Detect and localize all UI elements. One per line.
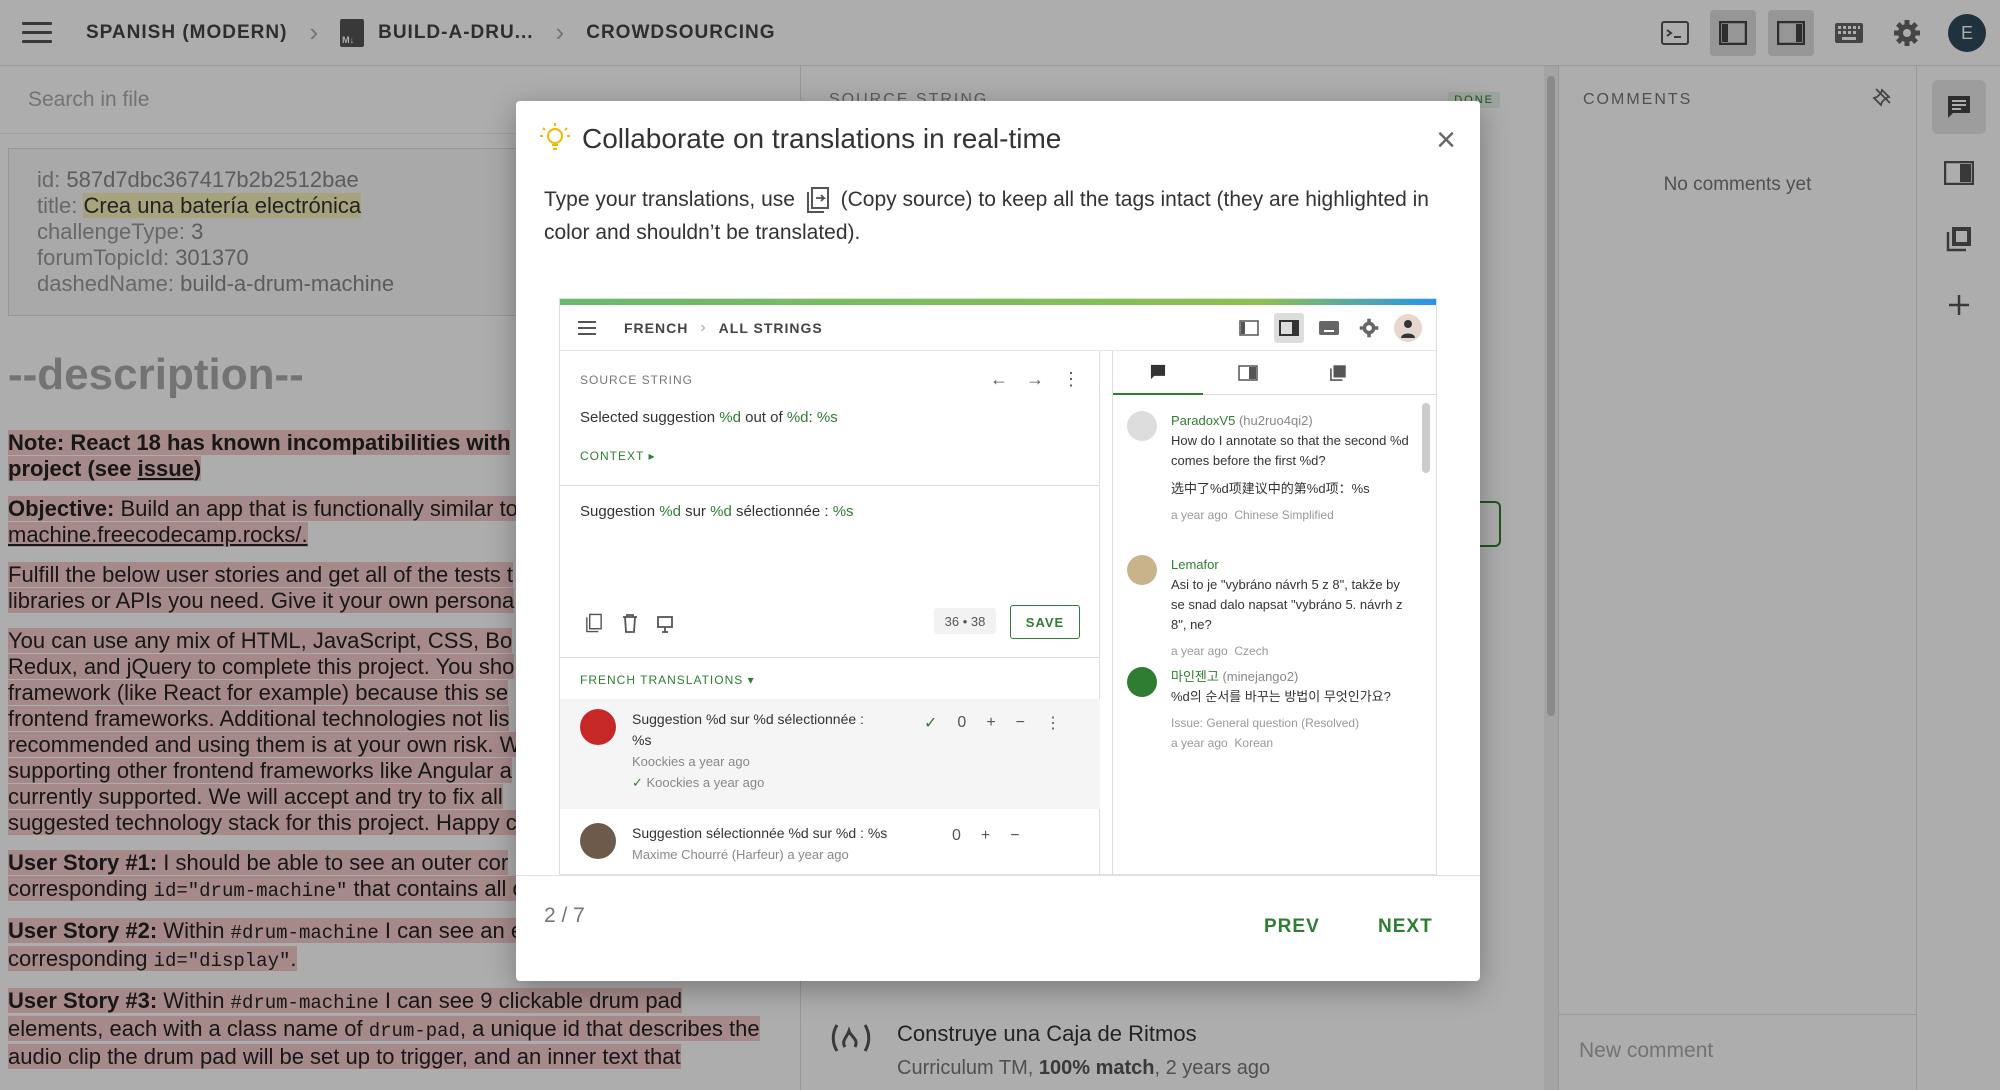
comment-language: Czech [1234,644,1269,658]
character-count: 36 • 38 [934,608,996,634]
comments-tab-icon [1113,351,1203,395]
placeholder-tag: %d [786,409,809,426]
crumb: ALL STRINGS [718,319,823,336]
time: a year ago [783,847,849,862]
text: sur [680,503,711,520]
commenter-name: ParadoxV5 [1171,413,1236,428]
onboarding-dialog: Collaborate on translations in real-time… [516,101,1480,981]
suggestion-row: Suggestion sélectionnée %d sur %d : %s M… [560,811,1100,874]
text: out of [740,409,787,426]
trash-icon [623,614,637,633]
glossary-tab-icon [1203,351,1293,395]
avatar [1394,313,1422,342]
gear-icon [1354,313,1384,343]
comment-language: Korean [1234,736,1274,750]
author: Maxime Chourré (Harfeur) [632,847,784,862]
vote-count: 0 [952,827,961,844]
keyboard-icon [1314,313,1344,343]
source-string-label: SOURCE STRING [580,372,694,387]
copy-source-icon [806,187,829,214]
scrollbar [1422,403,1430,473]
time: a year ago [699,775,765,790]
translation-text: Suggestion %d sur %d sélectionnée : %s [580,503,854,520]
placeholder-tag: %d [659,503,681,520]
comment-language: Chinese Simplified [1234,508,1334,522]
text: Suggestion [580,503,660,520]
approver: Koockies [646,775,700,790]
suggestion-text: Suggestion %d sur %d sélectionnée : [632,711,864,727]
comment-text: How do I annotate so that the second %d … [1171,433,1409,468]
save-button: SAVE [1010,605,1080,639]
dialog-title: Collaborate on translations in real-time [582,123,1062,154]
minus-icon: − [1015,714,1025,731]
placeholder-tag: %s [832,503,854,520]
rtl-text-icon [657,616,673,633]
avatar [1127,555,1157,585]
dialog-footer: 2 / 7 PREV NEXT [516,875,1480,981]
placeholder-tag: %d [710,503,732,520]
suggestion-text: %s [632,732,652,748]
editor-screenshot-illustration: FRENCH › ALL STRINGS SOURCE STRING ← → ⋮ [559,298,1437,875]
close-icon[interactable]: × [1436,123,1456,157]
dialog-body: Type your translations, use (Copy source… [544,183,1454,249]
commenter-handle: (minejango2) [1218,669,1299,684]
suggestion-text: Suggestion sélectionnée %d sur %d : %s [632,825,888,841]
placeholder-tag: %d [719,409,741,426]
author: Koockies [632,754,685,769]
more-icon: ⋮ [1045,715,1061,732]
avatar [580,823,616,859]
right-panel-icon [1274,312,1304,343]
history-tab-icon [1293,351,1383,395]
time: a year ago [684,754,750,769]
suggestion-row: Suggestion %d sur %d sélectionnée : %s K… [560,699,1100,809]
text: sélectionnée : [731,503,833,520]
prev-button[interactable]: PREV [1264,916,1320,938]
comment-time: a year ago [1171,644,1228,658]
text: Selected suggestion [580,409,720,426]
plus-icon: + [980,827,991,844]
check-icon: ✓ [924,715,938,732]
lightbulb-icon [540,123,570,150]
comment-time: a year ago [1171,508,1228,522]
more-icon: ⋮ [1062,369,1080,389]
comment-time: a year ago [1171,736,1228,750]
avatar [580,709,616,745]
comment-text: Asi to je "vybráno návrh 5 z 8", takže b… [1171,577,1403,632]
arrow-left-icon: ← [990,369,1008,389]
avatar [1127,667,1157,697]
vote-count: 0 [957,714,967,731]
avatar [1127,411,1157,441]
translations-header: FRENCH TRANSLATIONS ▾ [580,673,755,687]
plus-icon: + [986,714,996,731]
text: : [808,409,817,426]
comment-text: 选中了%d项建议中的第%d项：%s [1171,481,1370,496]
comment-item: 마인젠고 (minejango2) %d의 순서를 바꾸는 방법이 무엇인가요?… [1127,667,1417,757]
left-panel-icon [1234,313,1264,343]
next-button[interactable]: NEXT [1378,916,1433,938]
menu-icon [578,320,596,335]
step-indicator: 2 / 7 [544,904,585,927]
commenter-name: 마인젠고 [1171,669,1219,684]
comment-item: Lemafor Asi to je "vybráno návrh 5 z 8",… [1127,555,1417,665]
comment-issue: Issue: General question (Resolved) [1171,716,1360,730]
minus-icon: − [1010,827,1020,844]
commenter-name: Lemafor [1171,557,1219,572]
comment-text: %d의 순서를 바꾸는 방법이 무엇인가요? [1171,689,1391,704]
copy-source-icon [586,613,602,633]
placeholder-tag: %s [816,409,838,426]
chevron-right-icon: › [700,318,707,336]
arrow-right-icon: → [1026,369,1044,389]
body-text: Type your translations, use [544,188,801,211]
comment-item: ParadoxV5 (hu2ruo4qi2) How do I annotate… [1127,411,1417,551]
context-toggle: CONTEXT ▸ [580,449,656,463]
commenter-handle: (hu2ruo4qi2) [1235,413,1313,428]
source-text: Selected suggestion %d out of %d: %s [580,409,838,426]
crumb: FRENCH [624,319,689,336]
